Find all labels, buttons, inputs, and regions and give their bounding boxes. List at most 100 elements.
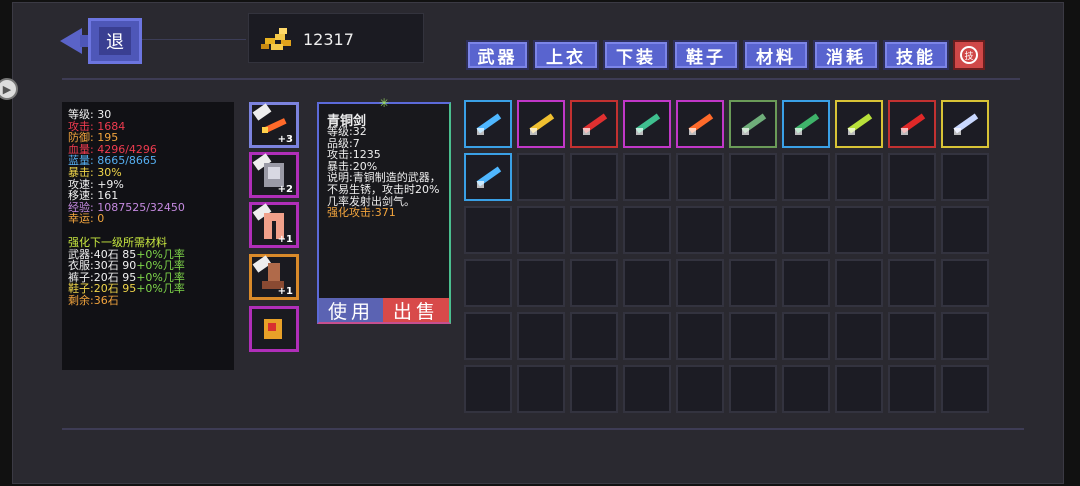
inventory-slot[interactable]: [729, 312, 777, 360]
skill-reset-button[interactable]: 技: [953, 40, 985, 70]
inventory-slot[interactable]: [835, 312, 883, 360]
inventory-slot[interactable]: [888, 153, 936, 201]
inventory-slot[interactable]: [729, 100, 777, 148]
inventory-slot[interactable]: [888, 365, 936, 413]
tab-materials[interactable]: 材料: [743, 40, 809, 70]
crimson-blade-icon: [900, 113, 926, 135]
inventory-slot[interactable]: [676, 365, 724, 413]
inventory-slot[interactable]: [570, 206, 618, 254]
inventory-slot[interactable]: [729, 259, 777, 307]
equipped-pet-slot[interactable]: [249, 306, 299, 352]
silver-sword-icon: [953, 113, 979, 135]
inventory-slot[interactable]: [464, 153, 512, 201]
character-stats-panel: 等级: 30 攻击: 1684 防御: 195 血量: 4296/4296 蓝量…: [62, 102, 234, 370]
inventory-slot[interactable]: [835, 100, 883, 148]
inventory-slot[interactable]: [835, 365, 883, 413]
emerald-staff-icon: [635, 113, 661, 135]
back-arrow-icon: [60, 28, 82, 54]
inventory-slot[interactable]: [782, 100, 830, 148]
inventory-slot[interactable]: [941, 153, 989, 201]
inventory-slot[interactable]: [623, 365, 671, 413]
inventory-slot[interactable]: [729, 206, 777, 254]
inventory-slot[interactable]: [517, 153, 565, 201]
skill-icon: 技: [960, 46, 978, 64]
inventory-slot[interactable]: [941, 259, 989, 307]
inventory-slot[interactable]: [623, 153, 671, 201]
equipped-armor-level: +2: [277, 184, 293, 195]
tab-weapon[interactable]: 武器: [466, 40, 529, 70]
equipped-armor-slot[interactable]: +2: [249, 152, 299, 198]
stat-move-speed: 移速: 161: [68, 189, 119, 203]
inventory-slot[interactable]: [517, 259, 565, 307]
inventory-slot[interactable]: [570, 100, 618, 148]
tab-bottom[interactable]: 下装: [603, 40, 669, 70]
inventory-slot[interactable]: [782, 312, 830, 360]
sell-button[interactable]: 出售: [383, 298, 449, 323]
tab-consumables[interactable]: 消耗: [813, 40, 879, 70]
inventory-slot[interactable]: [888, 312, 936, 360]
inventory-slot[interactable]: [888, 259, 936, 307]
equipped-weapon-slot[interactable]: +3: [249, 102, 299, 148]
flame-sword-icon: [688, 113, 714, 135]
inventory-slot[interactable]: [782, 153, 830, 201]
inventory-slot[interactable]: [464, 206, 512, 254]
inventory-slot[interactable]: [623, 100, 671, 148]
inventory-slot[interactable]: [570, 365, 618, 413]
inventory-slot[interactable]: [835, 206, 883, 254]
inventory-slot[interactable]: [835, 153, 883, 201]
inventory-slot[interactable]: [782, 259, 830, 307]
inventory-slot[interactable]: [941, 100, 989, 148]
top-divider: [62, 78, 1020, 80]
inventory-slot[interactable]: [623, 259, 671, 307]
back-button[interactable]: 退: [60, 18, 142, 64]
stat-crit: 暴击: 30%: [68, 165, 122, 179]
inventory-slot[interactable]: [517, 206, 565, 254]
inventory-slot[interactable]: [941, 312, 989, 360]
tab-skills[interactable]: 技能: [883, 40, 949, 70]
inventory-slot[interactable]: [782, 365, 830, 413]
equipped-shoes-level: +1: [277, 286, 293, 297]
equipped-shoes-slot[interactable]: +1: [249, 254, 299, 300]
bronze-sword-icon: [741, 113, 767, 135]
inventory-slot[interactable]: [570, 312, 618, 360]
item-detail-panel: ✳ 青铜剑 等级:32 品级:7 攻击:1235 暴击:20% 说明:青铜制造的…: [317, 96, 451, 324]
inventory-slot[interactable]: [623, 312, 671, 360]
inventory-slot[interactable]: [623, 206, 671, 254]
inventory-slot[interactable]: [888, 100, 936, 148]
inventory-slot[interactable]: [464, 365, 512, 413]
inventory-slot[interactable]: [676, 153, 724, 201]
inventory-slot[interactable]: [676, 206, 724, 254]
tab-shoes[interactable]: 鞋子: [673, 40, 739, 70]
inventory-slot[interactable]: [464, 100, 512, 148]
inventory-slot[interactable]: [676, 259, 724, 307]
equipped-weapon-level: +3: [277, 134, 293, 145]
tab-top[interactable]: 上衣: [533, 40, 599, 70]
inventory-slot[interactable]: [517, 100, 565, 148]
stat-luck: 幸运: 0: [68, 212, 105, 226]
gold-amount: 12317: [303, 30, 354, 49]
header-line: [142, 39, 246, 40]
inventory-slot[interactable]: [517, 312, 565, 360]
stat-level: 等级: 30: [68, 108, 112, 121]
inventory-slot[interactable]: [835, 259, 883, 307]
inventory-slot[interactable]: [729, 365, 777, 413]
sparkle-icon: ✳: [379, 96, 390, 110]
category-tabs: 武器 上衣 下装 鞋子 材料 消耗 技能 技: [466, 40, 985, 70]
inventory-slot[interactable]: [888, 206, 936, 254]
inventory-slot[interactable]: [517, 365, 565, 413]
inventory-slot[interactable]: [464, 259, 512, 307]
inventory-slot[interactable]: [676, 100, 724, 148]
inventory-slot[interactable]: [464, 312, 512, 360]
ice-sword-icon: [476, 166, 502, 188]
inventory-slot[interactable]: [570, 259, 618, 307]
jade-sword-icon: [794, 113, 820, 135]
inventory-slot[interactable]: [570, 153, 618, 201]
use-button[interactable]: 使用: [319, 298, 383, 323]
inventory-slot[interactable]: [782, 206, 830, 254]
equipped-pants-slot[interactable]: +1: [249, 202, 299, 248]
inventory-slot[interactable]: [941, 206, 989, 254]
bottom-divider: [62, 428, 1024, 430]
inventory-slot[interactable]: [676, 312, 724, 360]
inventory-slot[interactable]: [729, 153, 777, 201]
inventory-slot[interactable]: [941, 365, 989, 413]
